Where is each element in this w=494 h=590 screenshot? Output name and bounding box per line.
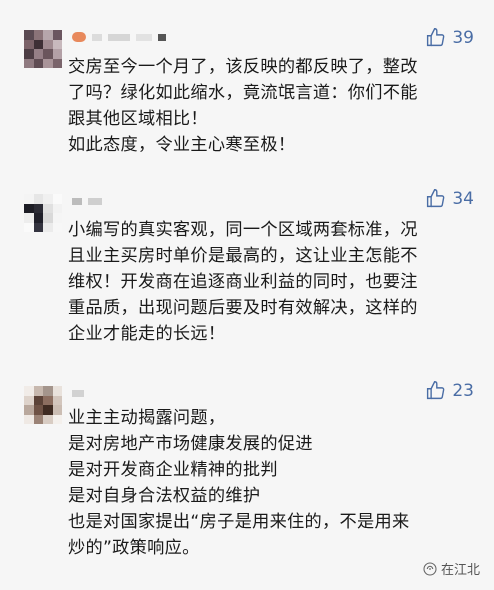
nickname-redacted <box>72 32 166 42</box>
like-count: 23 <box>452 380 474 401</box>
comment-text: 业主主动揭露问题， 是对房地产市场健康发展的促进 是对开发商企业精神的批判 是对… <box>68 408 410 558</box>
like-button[interactable]: 34 <box>425 188 474 209</box>
thumbs-up-icon <box>427 381 445 400</box>
like-button[interactable]: 39 <box>425 27 474 48</box>
source-watermark: 在江北 <box>422 559 480 578</box>
nickname-redacted <box>72 196 102 206</box>
like-count: 34 <box>452 188 474 209</box>
comment-text: 交房至今一个月了，该反映的都反映了，整改 了吗？绿化如此缩水，竟流氓言道：你们不… <box>68 57 418 155</box>
like-count: 39 <box>452 27 474 48</box>
wechat-channel-icon <box>423 561 437 576</box>
watermark-label: 在江北 <box>440 563 480 578</box>
avatar[interactable] <box>24 30 62 68</box>
nickname-redacted <box>72 388 84 398</box>
avatar[interactable] <box>24 386 62 424</box>
thumbs-up-icon <box>427 28 445 47</box>
thumbs-up-icon <box>427 189 445 208</box>
like-button[interactable]: 23 <box>425 380 474 401</box>
comment-text: 小编写的真实客观，同一个区域两套标准，况 且业主买房时单价是最高的，这让业主怎能… <box>68 220 418 344</box>
avatar[interactable] <box>24 194 62 232</box>
